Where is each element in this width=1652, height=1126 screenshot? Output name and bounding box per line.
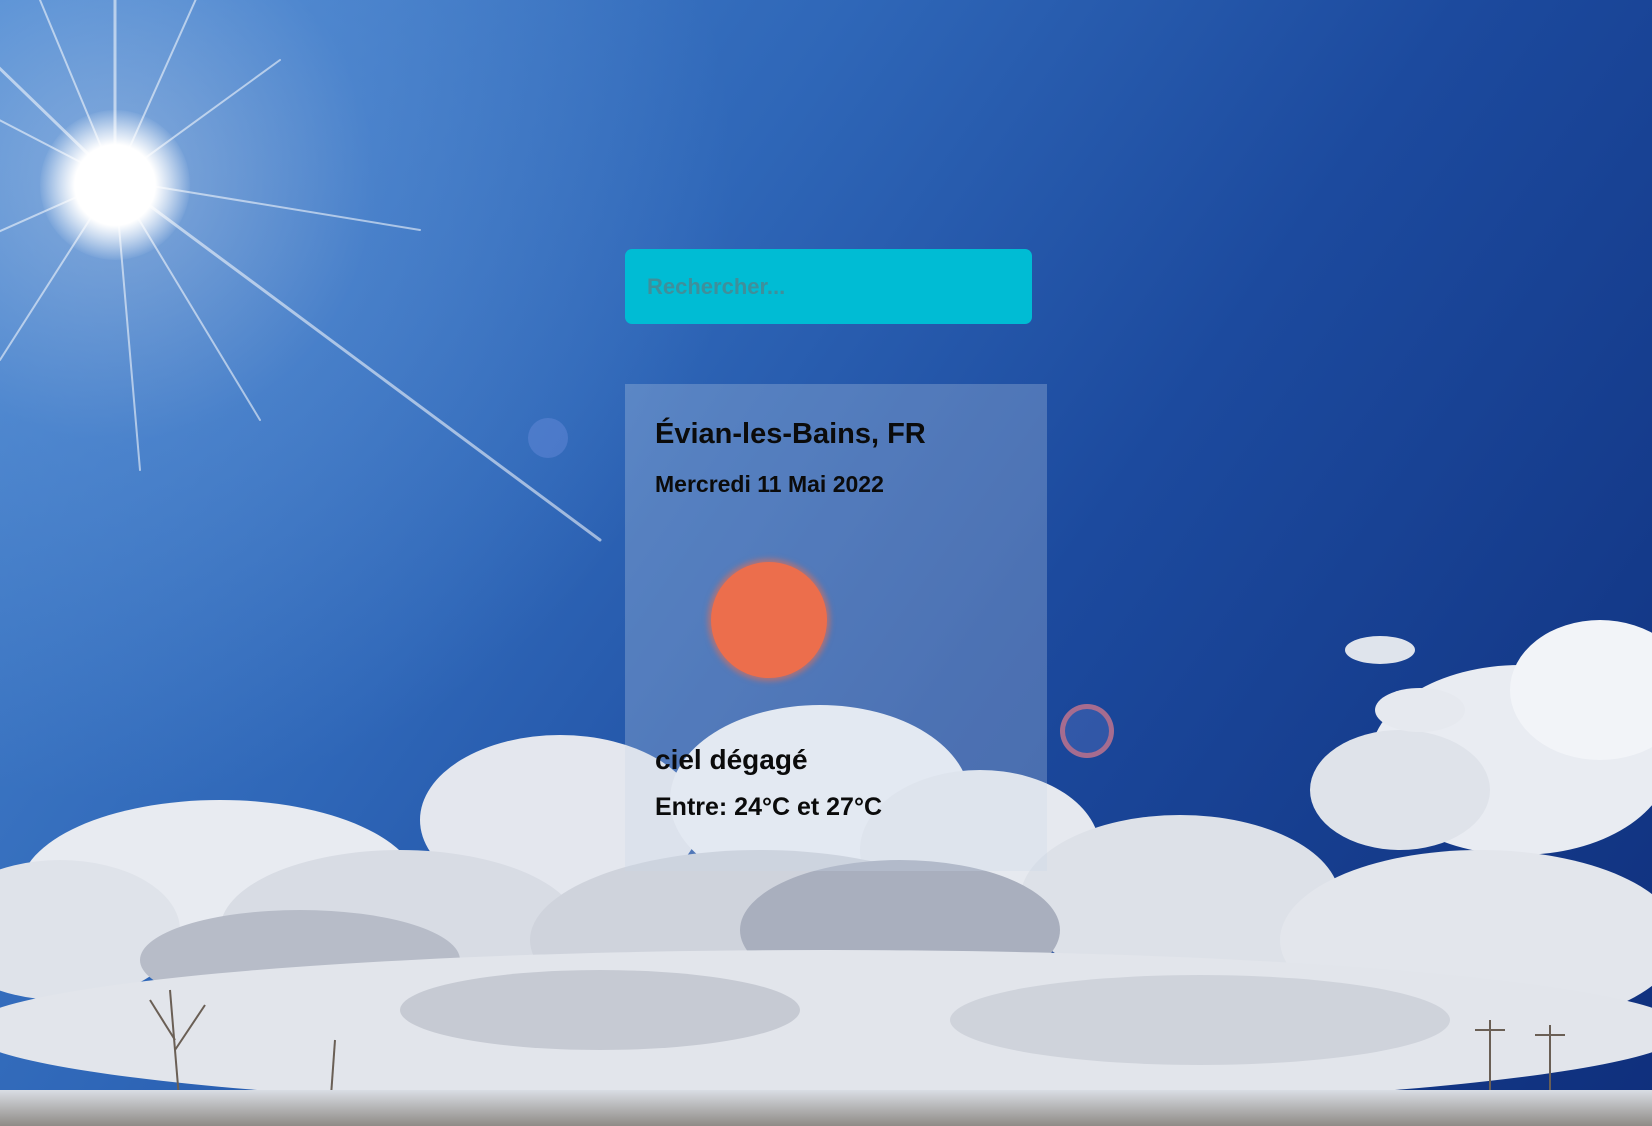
background-sun [40, 110, 190, 260]
temperature-range: Entre: 24°C et 27°C [655, 793, 883, 821]
app-background: Évian-les-Bains, FR Mercredi 11 Mai 2022… [0, 0, 1652, 1126]
weather-card: Évian-les-Bains, FR Mercredi 11 Mai 2022… [625, 384, 1047, 871]
weather-description: ciel dégagé [655, 744, 808, 775]
location-title: Évian-les-Bains, FR [655, 418, 926, 450]
lens-flare [528, 418, 568, 458]
ground [0, 1090, 1652, 1126]
search-input[interactable] [625, 249, 1032, 324]
current-date: Mercredi 11 Mai 2022 [655, 471, 884, 497]
sun-icon [711, 562, 827, 678]
